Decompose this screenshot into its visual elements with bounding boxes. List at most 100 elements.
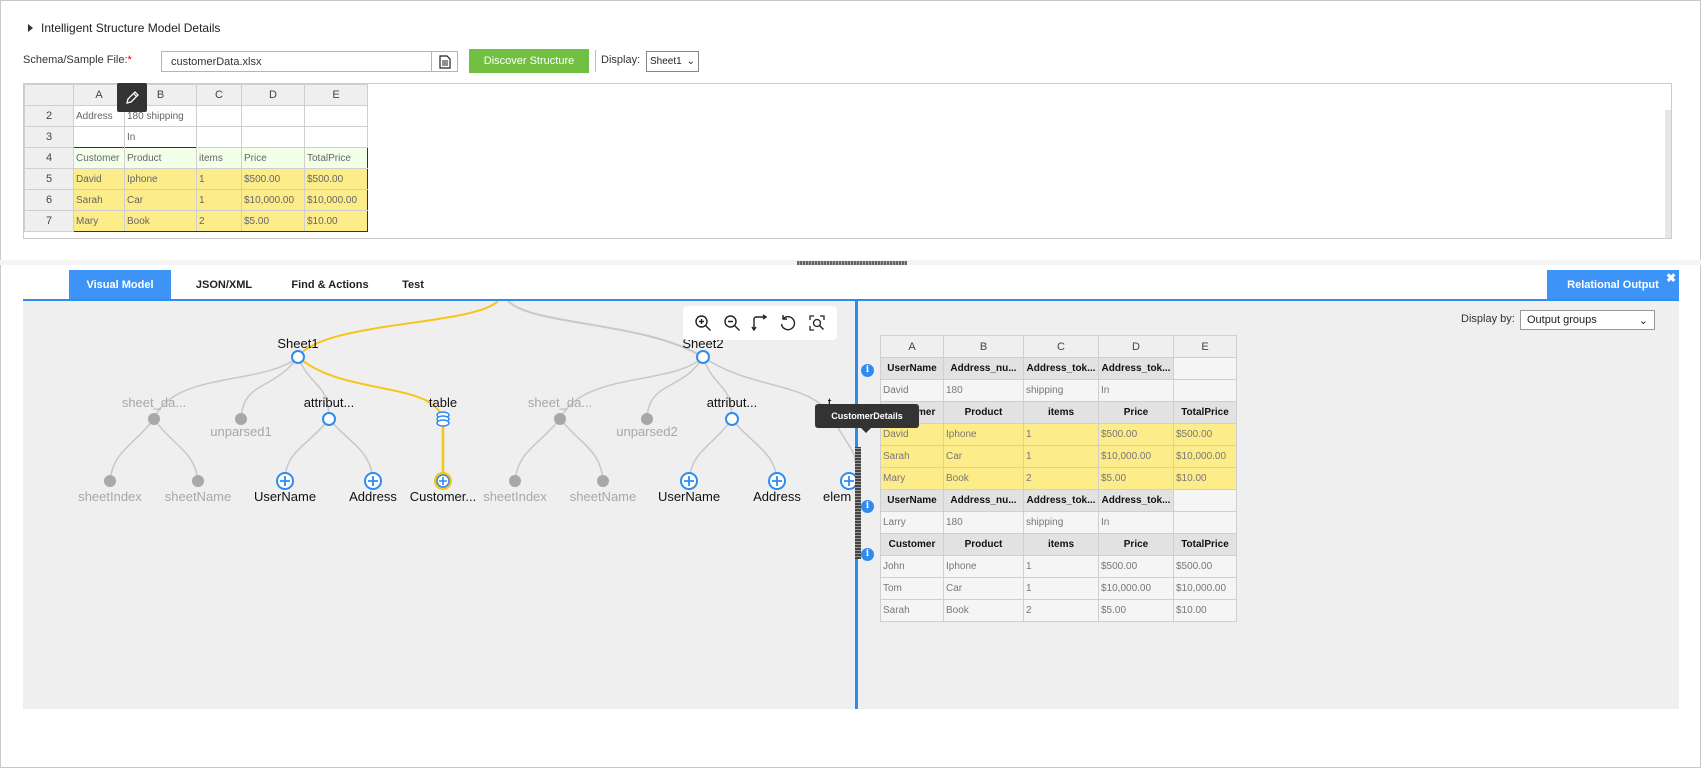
rel-cell[interactable]: 1 (1023, 445, 1099, 468)
sheet-cell[interactable]: TotalPrice (304, 147, 368, 169)
rel-cell[interactable]: David (880, 379, 944, 402)
rel-cell[interactable]: Car (943, 577, 1024, 600)
sheet-cell[interactable]: Customer (73, 147, 125, 169)
rel-cell[interactable]: shipping (1023, 511, 1099, 534)
rel-header-cell[interactable]: Address_nu... (943, 489, 1024, 512)
rel-cell[interactable]: 1 (1023, 555, 1099, 578)
rel-header-cell[interactable]: Price (1098, 401, 1174, 424)
fit-view-button[interactable] (806, 312, 828, 334)
section-header[interactable]: Intelligent Structure Model Details (28, 21, 220, 35)
rel-cell[interactable]: Iphone (943, 423, 1024, 446)
rel-header-cell[interactable]: TotalPrice (1173, 533, 1237, 556)
rel-header-cell[interactable]: UserName (880, 357, 944, 380)
rel-cell[interactable]: $10,000.00 (1173, 445, 1237, 468)
rel-header-cell[interactable]: Address_tok... (1098, 357, 1174, 380)
close-icon[interactable]: ✖ (1666, 272, 1676, 284)
sheet-cell[interactable]: $500.00 (304, 168, 368, 190)
tab-json-xml[interactable]: JSON/XML (184, 270, 264, 299)
sheet-cell[interactable]: Sarah (73, 189, 125, 211)
zoom-in-button[interactable] (692, 312, 714, 334)
rel-cell[interactable]: $10.00 (1173, 467, 1237, 490)
column-header[interactable]: C (196, 84, 242, 106)
rel-cell[interactable]: In (1098, 511, 1174, 534)
rel-header-cell[interactable]: Address_tok... (1023, 489, 1099, 512)
rel-cell[interactable]: 2 (1023, 467, 1099, 490)
sheet-cell[interactable] (241, 105, 305, 127)
rel-cell[interactable]: Sarah (880, 445, 944, 468)
rel-header-cell[interactable]: Address_tok... (1098, 489, 1174, 512)
tree-node-attributes[interactable] (322, 412, 336, 426)
rel-cell[interactable]: $10,000.00 (1098, 445, 1174, 468)
sheet-cell[interactable]: Book (124, 210, 197, 232)
canvas-scrollbar[interactable] (855, 447, 861, 559)
sheet-cell[interactable]: $10.00 (304, 210, 368, 232)
tree-node-sheet-index[interactable] (104, 475, 116, 487)
sheet-cell[interactable]: Product (124, 147, 197, 169)
tree-node-customer[interactable] (434, 472, 452, 490)
rel-cell[interactable]: Tom (880, 577, 944, 600)
sheet-cell[interactable]: Price (241, 147, 305, 169)
rel-header-cell[interactable]: Price (1098, 533, 1174, 556)
sheet-cell[interactable] (196, 126, 242, 148)
rel-cell[interactable]: $500.00 (1173, 423, 1237, 446)
sheet-cell[interactable]: $10,000.00 (241, 189, 305, 211)
rel-cell[interactable]: $10,000.00 (1173, 577, 1237, 600)
rel-header-cell[interactable]: UserName (880, 489, 944, 512)
expand-triangle-icon[interactable] (28, 24, 33, 32)
tree-node-sheet-data[interactable] (148, 413, 160, 425)
sheet-cell[interactable]: $500.00 (241, 168, 305, 190)
rel-header-cell[interactable]: Customer (880, 533, 944, 556)
rel-cell[interactable]: John (880, 555, 944, 578)
display-select[interactable]: Sheet1 ⌄ (646, 51, 699, 72)
sheet-cell[interactable] (304, 105, 368, 127)
rel-cell[interactable]: Iphone (943, 555, 1024, 578)
sheet-cell[interactable]: In (124, 126, 197, 148)
rel-cell[interactable] (1173, 511, 1237, 534)
sheet-cell[interactable]: 1 (196, 189, 242, 211)
rotate-layout-button[interactable] (749, 312, 771, 334)
discover-structure-button[interactable]: Discover Structure (469, 49, 589, 73)
rel-cell[interactable]: Book (943, 467, 1024, 490)
rel-cell[interactable]: Mary (880, 467, 944, 490)
rel-cell[interactable]: $10.00 (1173, 599, 1237, 622)
column-header[interactable]: E (1173, 335, 1237, 358)
column-header[interactable]: A (880, 335, 944, 358)
tree-node-sheet-index[interactable] (509, 475, 521, 487)
sheet-cell[interactable]: $5.00 (241, 210, 305, 232)
tree-node-table[interactable] (436, 411, 450, 427)
rel-cell[interactable]: shipping (1023, 379, 1099, 402)
rel-cell[interactable]: Book (943, 599, 1024, 622)
rel-cell[interactable]: 180 (943, 379, 1024, 402)
rel-cell[interactable]: $500.00 (1173, 555, 1237, 578)
rel-cell[interactable]: Larry (880, 511, 944, 534)
sheet-cell[interactable] (241, 126, 305, 148)
sheet-cell[interactable]: Car (124, 189, 197, 211)
tree-node-sheet-name[interactable] (192, 475, 204, 487)
rel-header-cell[interactable] (1173, 357, 1237, 380)
rel-cell[interactable]: Sarah (880, 599, 944, 622)
tab-test[interactable]: Test (393, 270, 433, 299)
sheet-cell[interactable]: 2 (196, 210, 242, 232)
column-header[interactable]: D (1098, 335, 1174, 358)
browse-file-button[interactable] (431, 51, 458, 72)
rel-cell[interactable]: 1 (1023, 423, 1099, 446)
sheet-cell[interactable] (196, 105, 242, 127)
sheet-cell[interactable]: Mary (73, 210, 125, 232)
rel-cell[interactable]: In (1098, 379, 1174, 402)
tree-node-elem[interactable] (840, 472, 855, 490)
rel-header-cell[interactable]: Address_nu... (943, 357, 1024, 380)
rel-cell[interactable]: $500.00 (1098, 555, 1174, 578)
info-icon[interactable]: i (861, 548, 874, 561)
tree-node-sheet-data[interactable] (554, 413, 566, 425)
sheet-cell[interactable] (73, 126, 125, 148)
tree-node-address[interactable] (364, 472, 382, 490)
rel-header-cell[interactable] (1173, 489, 1237, 512)
tree-node-username[interactable] (680, 472, 698, 490)
rel-header-cell[interactable]: TotalPrice (1173, 401, 1237, 424)
reset-button[interactable] (777, 312, 799, 334)
splitter-handle[interactable] (797, 261, 907, 265)
rel-cell[interactable] (1173, 379, 1237, 402)
rel-cell[interactable]: $10,000.00 (1098, 577, 1174, 600)
rel-header-cell[interactable]: Address_tok... (1023, 357, 1099, 380)
tree-node-username[interactable] (276, 472, 294, 490)
